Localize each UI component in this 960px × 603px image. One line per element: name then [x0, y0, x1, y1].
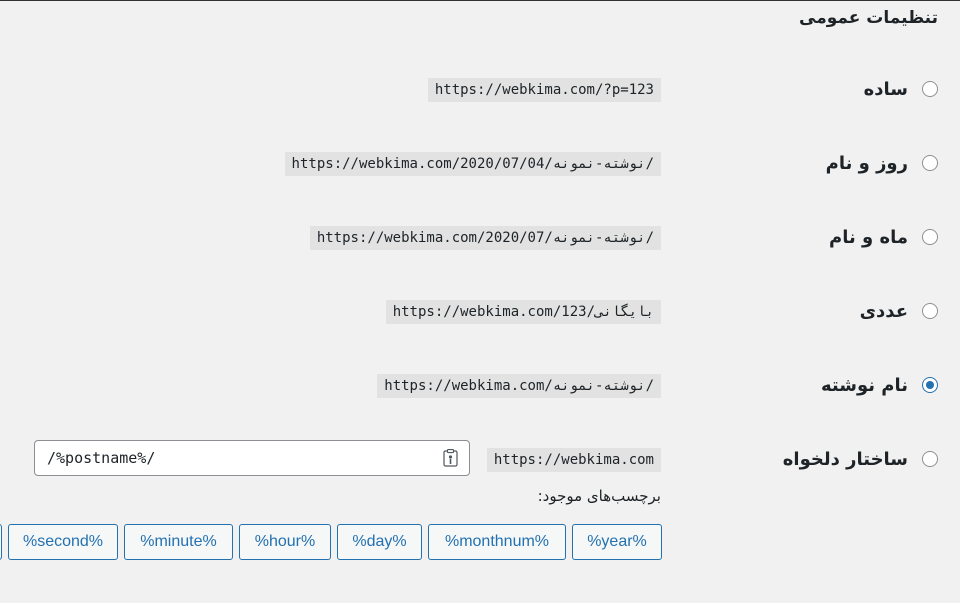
option-month-name[interactable]: ماه و نام https://webkima.com/2020/07/نو…: [0, 225, 960, 253]
tag-monthnum-button[interactable]: %monthnum%: [428, 524, 566, 560]
radio-post-name[interactable]: [922, 377, 938, 393]
permalink-example: https://webkima.com/2020/07/04/نوشته-نمو…: [284, 152, 661, 176]
radio-plain[interactable]: [922, 81, 938, 97]
option-label: ماه و نام: [829, 227, 908, 248]
custom-structure-input[interactable]: [34, 440, 470, 476]
tag-year-button[interactable]: %year%: [572, 524, 662, 560]
permalink-example: https://webkima.com/?p=123: [427, 78, 661, 102]
permalink-example: https://webkima.com/نوشته-نمونه/: [377, 374, 661, 398]
top-border: [0, 0, 960, 1]
radio-month-name[interactable]: [922, 229, 938, 245]
option-label: ساختار دلخواه: [782, 449, 908, 470]
option-post-name[interactable]: نام نوشته https://webkima.com/نوشته-نمون…: [0, 373, 960, 401]
tag-minute-button[interactable]: %minute%: [124, 524, 233, 560]
clipboard-icon[interactable]: [443, 449, 458, 467]
tag-overflow-button[interactable]: [0, 524, 2, 560]
option-plain[interactable]: ساده https://webkima.com/?p=123: [0, 77, 960, 105]
available-tags: %year% %monthnum% %day% %hour% %minute% …: [0, 524, 662, 560]
radio-custom-structure[interactable]: [922, 451, 938, 467]
option-label: نام نوشته: [821, 375, 908, 396]
option-label: ساده: [863, 79, 908, 100]
permalink-example: https://webkima.com/بایگانی/123: [385, 300, 661, 324]
permalink-base: https://webkima.com: [486, 448, 661, 472]
option-label: عددی: [859, 301, 908, 322]
option-numeric[interactable]: عددی https://webkima.com/بایگانی/123: [0, 299, 960, 327]
tag-second-button[interactable]: %second%: [8, 524, 118, 560]
radio-numeric[interactable]: [922, 303, 938, 319]
option-label: روز و نام: [825, 153, 908, 174]
permalink-example: https://webkima.com/2020/07/نوشته-نمونه/: [309, 226, 661, 250]
radio-day-name[interactable]: [922, 155, 938, 171]
tag-day-button[interactable]: %day%: [337, 524, 422, 560]
option-day-name[interactable]: روز و نام https://webkima.com/2020/07/04…: [0, 151, 960, 179]
tag-hour-button[interactable]: %hour%: [239, 524, 331, 560]
section-title: تنظیمات عمومی: [799, 8, 938, 28]
available-tags-label: برچسب‌های موجود:: [537, 487, 661, 505]
